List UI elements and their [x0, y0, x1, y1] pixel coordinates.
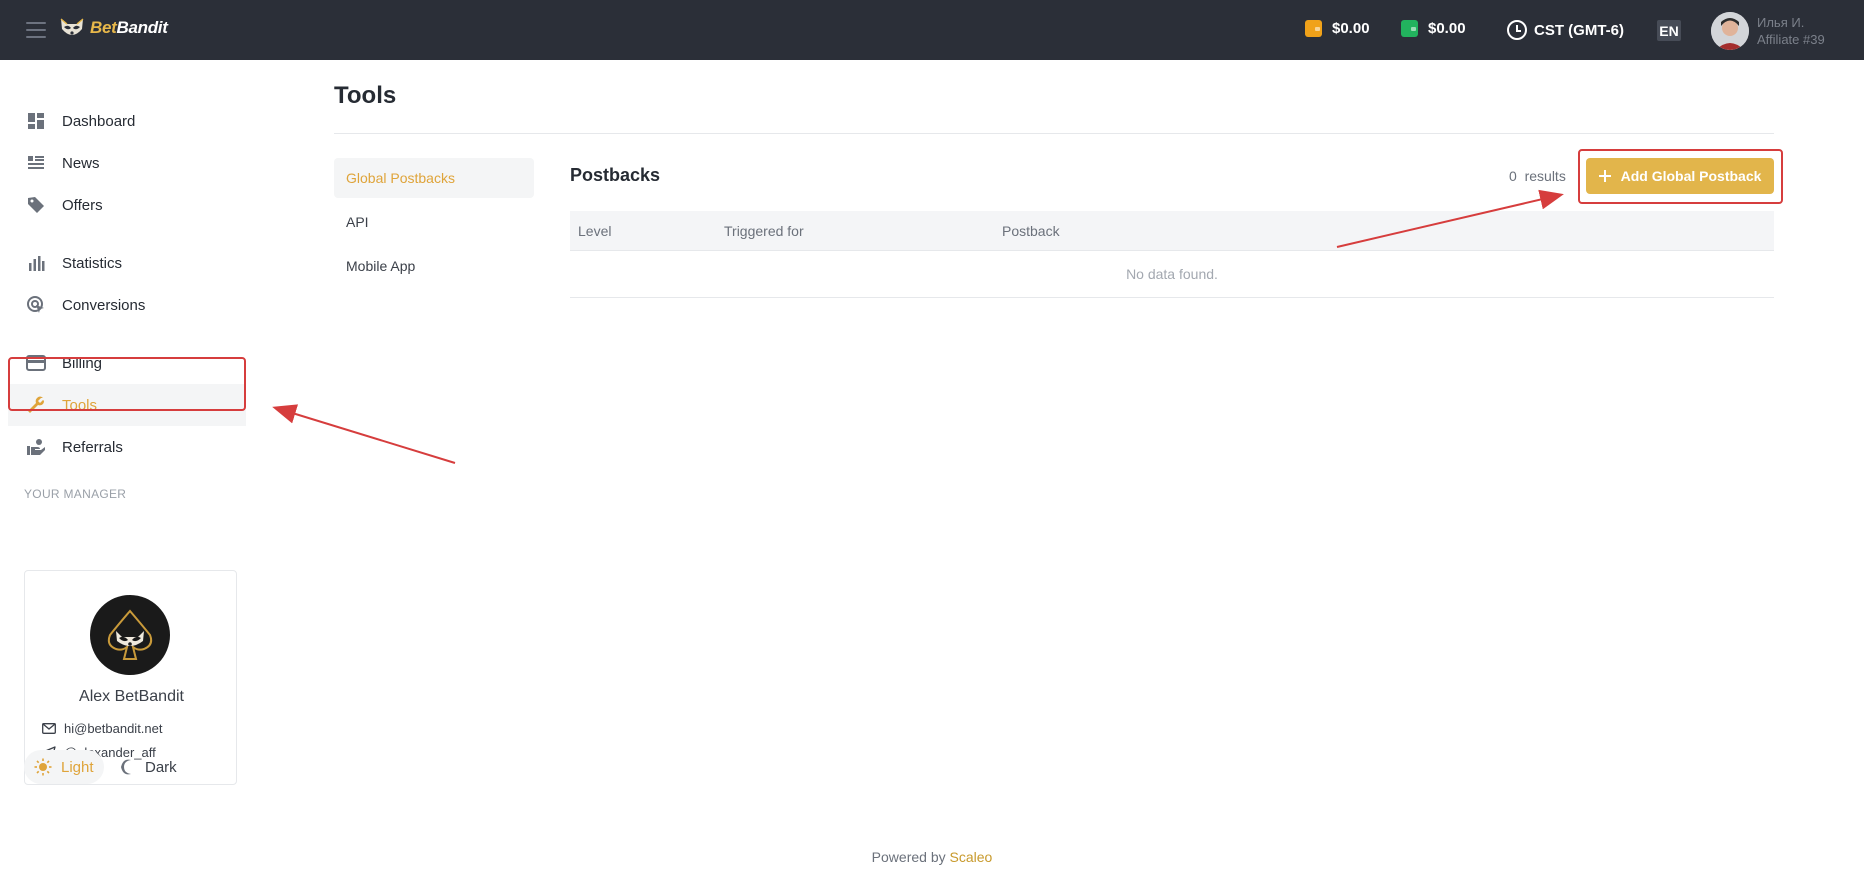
sidebar-item-label: Dashboard: [62, 112, 136, 130]
sidebar-item-statistics[interactable]: Statistics: [8, 242, 246, 284]
sidebar-item-conversions[interactable]: Conversions: [8, 284, 246, 326]
bar-chart-icon: [26, 253, 46, 273]
sun-icon: [34, 758, 52, 776]
subnav-api[interactable]: API: [334, 202, 534, 242]
column-header-postback[interactable]: Postback: [1002, 223, 1060, 239]
balance-orange[interactable]: $0.00: [1305, 20, 1370, 37]
table-empty-state: No data found.: [570, 251, 1774, 298]
user-affiliate-id: Affiliate #39: [1757, 32, 1825, 47]
theme-dark-label: Dark: [145, 758, 177, 776]
moon-icon: [121, 759, 131, 775]
results-label: results: [1524, 168, 1566, 184]
highlight-box-tools: [8, 357, 246, 411]
arrow-to-tools: [272, 404, 456, 464]
footer-powered-by: Powered by: [871, 849, 946, 865]
table-header: Level Triggered for Postback: [570, 211, 1774, 251]
sidebar-item-label: Referrals: [62, 438, 123, 456]
logo-text-bandit: Bandit: [116, 18, 168, 37]
subnav-mobile-app[interactable]: Mobile App: [334, 246, 534, 286]
user-avatar: [1711, 12, 1749, 50]
sidebar-item-label: News: [62, 154, 100, 172]
user-info: Илья И. Affiliate #39: [1757, 14, 1825, 48]
news-icon: [26, 153, 46, 173]
sidebar-item-label: Statistics: [62, 254, 123, 272]
section-title: Postbacks: [570, 165, 661, 185]
raccoon-logo-icon: [60, 18, 84, 35]
manager-avatar: [90, 595, 170, 675]
clock-icon: [1507, 20, 1527, 40]
column-header-level[interactable]: Level: [578, 223, 611, 239]
column-header-triggered-for[interactable]: Triggered for: [724, 223, 804, 239]
sidebar-item-dashboard[interactable]: Dashboard: [8, 100, 246, 142]
theme-light-label: Light: [61, 758, 94, 776]
wallet-green-icon: [1401, 20, 1418, 37]
balance-green-value: $0.00: [1428, 20, 1466, 37]
footer-brand-link[interactable]: Scaleo: [950, 849, 993, 865]
user-avatar-icon: [1711, 12, 1749, 50]
results-number: 0: [1509, 168, 1517, 184]
footer: Powered by Scaleo: [0, 849, 1864, 865]
tag-icon: [26, 195, 46, 215]
theme-light-button[interactable]: Light: [24, 750, 104, 784]
sidebar: Dashboard News Offers Statistics Convers…: [0, 60, 250, 887]
results-count: 0 results: [1509, 168, 1566, 184]
manager-email[interactable]: hi@betbandit.net: [42, 721, 163, 736]
user-name: Илья И.: [1757, 15, 1805, 30]
menu-toggle-icon[interactable]: [26, 22, 46, 38]
sidebar-item-referrals[interactable]: Referrals: [8, 426, 246, 468]
timezone-label: CST (GMT-6): [1534, 21, 1624, 39]
top-bar: BetBandit $0.00 $0.00 CST (GMT-6) EN Иль…: [0, 0, 1864, 60]
target-cursor-icon: [26, 295, 46, 315]
user-menu[interactable]: Илья И. Affiliate #39: [1711, 12, 1825, 50]
manager-section-label: YOUR MANAGER: [24, 487, 127, 501]
balance-orange-value: $0.00: [1332, 20, 1370, 37]
mail-icon: [42, 723, 56, 734]
dashboard-icon: [26, 111, 46, 131]
manager-email-text: hi@betbandit.net: [64, 721, 163, 736]
logo-text-bet: Bet: [90, 18, 117, 37]
highlight-box-add-button: [1578, 149, 1783, 204]
sidebar-item-news[interactable]: News: [8, 142, 246, 184]
sidebar-item-offers[interactable]: Offers: [8, 184, 246, 226]
balance-green[interactable]: $0.00: [1401, 20, 1466, 37]
referrals-icon: [26, 437, 46, 457]
timezone-selector[interactable]: CST (GMT-6): [1507, 20, 1624, 40]
subnav-global-postbacks[interactable]: Global Postbacks: [334, 158, 534, 198]
wallet-orange-icon: [1305, 20, 1322, 37]
manager-name: Alex BetBandit: [79, 688, 184, 705]
divider: [334, 133, 1774, 134]
language-selector[interactable]: EN: [1657, 20, 1681, 41]
sidebar-item-label: Offers: [62, 196, 103, 214]
page-title: Tools: [334, 82, 397, 109]
raccoon-spade-logo-icon: [107, 609, 153, 660]
logo[interactable]: BetBandit: [58, 14, 168, 42]
sidebar-item-label: Conversions: [62, 296, 146, 314]
theme-dark-button[interactable]: Dark: [110, 750, 187, 784]
